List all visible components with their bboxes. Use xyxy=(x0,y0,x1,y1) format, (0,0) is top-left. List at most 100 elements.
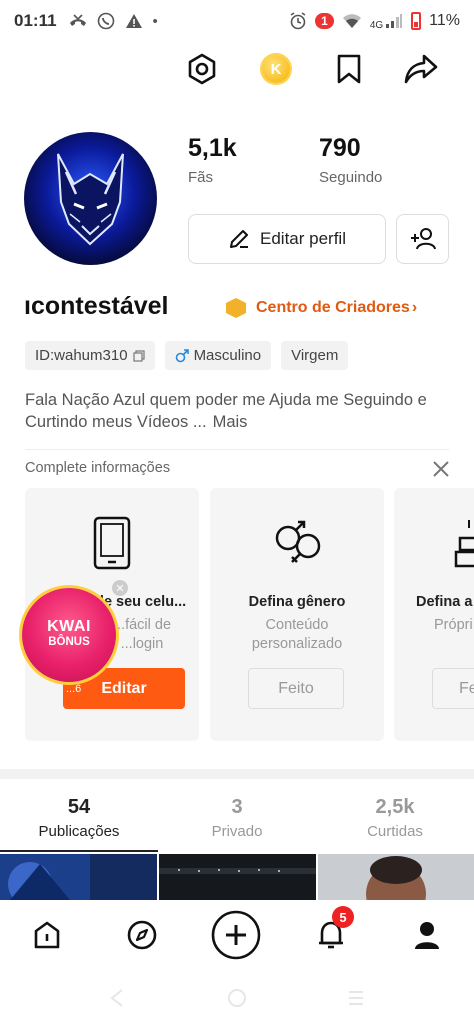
kwai-coin-icon: K xyxy=(262,55,290,83)
dot-icon: • xyxy=(152,12,158,30)
nav-notifications[interactable]: 5 xyxy=(306,906,356,960)
username: ıcontestável xyxy=(24,292,169,320)
fans-stat[interactable]: 5,1k Fãs xyxy=(188,134,237,186)
bio-more-link[interactable]: Mais xyxy=(213,413,248,431)
section-separator xyxy=(0,769,474,779)
status-time: 01:11 xyxy=(14,11,57,30)
video-thumbnail[interactable] xyxy=(0,854,157,900)
phone-icon xyxy=(93,516,131,570)
video-thumbnail-image xyxy=(0,854,157,900)
user-id-tag[interactable]: ID:wahum310 xyxy=(25,341,155,370)
home-circle-icon[interactable] xyxy=(227,988,247,1008)
profile-icon xyxy=(415,922,439,949)
gender-value: Masculino xyxy=(193,347,262,364)
wifi-icon xyxy=(342,14,361,28)
wolf-avatar-image xyxy=(57,153,124,246)
copy-icon xyxy=(132,349,145,362)
back-icon[interactable] xyxy=(108,988,126,1008)
card-description: Conteúdo personalizado xyxy=(210,616,384,654)
divider xyxy=(25,449,449,450)
kwai-coin-button[interactable]: K xyxy=(259,52,293,86)
card-done-button[interactable]: Feito xyxy=(248,668,344,709)
active-tab-indicator xyxy=(0,850,158,852)
settings-button[interactable] xyxy=(185,52,219,86)
nav-discover[interactable] xyxy=(117,910,167,960)
complete-info-title: Complete informações xyxy=(25,460,171,476)
tab-count: 54 xyxy=(67,796,91,818)
tab-count: 2,5k xyxy=(375,796,415,818)
set-gender-card[interactable]: Defina gênero Conteúdo personalizado Fei… xyxy=(210,488,384,741)
network-type: 4G xyxy=(369,19,384,31)
tab-count: 3 xyxy=(231,796,243,818)
profile-bio[interactable]: Fala Nação Azul quem poder me Ajuda me S… xyxy=(25,389,455,433)
battery-icon xyxy=(411,12,422,30)
creators-center-link[interactable]: Centro de Criadores › xyxy=(226,298,417,318)
status-bar: 01:11 • 1 4G 11% xyxy=(0,0,474,42)
gender-symbols-icon xyxy=(275,520,321,563)
edit-profile-label: Editar perfil xyxy=(260,229,346,248)
add-friend-button[interactable] xyxy=(396,214,449,264)
card-button-label: Fe xyxy=(459,679,474,697)
edit-profile-button[interactable]: Editar perfil xyxy=(188,214,386,264)
cake-icon xyxy=(454,520,474,568)
video-thumbnail[interactable] xyxy=(318,854,474,900)
pencil-icon xyxy=(230,230,248,248)
share-icon xyxy=(404,54,438,84)
set-birthday-card[interactable]: Defina a Própri Fe xyxy=(394,488,474,741)
tab-label: Publicações xyxy=(38,823,120,840)
tab-label: Privado xyxy=(211,823,263,840)
zodiac-tag[interactable]: Virgem xyxy=(281,341,349,370)
system-navigation-bar xyxy=(0,978,474,1018)
kwai-bonus-widget[interactable]: KWAI BÔNUS xyxy=(22,588,116,682)
nav-home[interactable] xyxy=(22,910,72,960)
bookmark-icon xyxy=(337,54,361,84)
tab-publications[interactable]: 54 Publicações xyxy=(0,796,158,840)
profile-tags: ID:wahum310 Masculino Virgem xyxy=(25,341,349,370)
following-label: Seguindo xyxy=(319,169,383,186)
card-done-button[interactable]: Fe xyxy=(432,668,474,709)
warning-icon xyxy=(125,14,142,28)
creators-center-label: Centro de Criadores xyxy=(256,299,410,316)
card-desc-line: Própri xyxy=(434,617,473,633)
video-thumbnail[interactable] xyxy=(159,854,316,900)
notification-count-badge: 1 xyxy=(315,13,334,29)
profile-toolbar: K xyxy=(0,52,474,92)
nav-profile[interactable] xyxy=(402,910,452,960)
fans-label: Fãs xyxy=(188,169,214,186)
following-count: 790 xyxy=(319,134,361,162)
tab-label: Curtidas xyxy=(367,823,423,840)
recents-icon[interactable] xyxy=(346,988,366,1008)
following-stat[interactable]: 790 Seguindo xyxy=(319,134,382,186)
missed-call-icon xyxy=(69,14,86,26)
card-button-label: Feito xyxy=(278,679,314,697)
male-icon xyxy=(175,348,189,362)
tab-private[interactable]: 3 Privado xyxy=(158,796,316,840)
close-icon[interactable] xyxy=(430,458,452,480)
card-progress: ...6 xyxy=(66,682,82,695)
whatsapp-icon xyxy=(97,12,114,30)
alarm-icon xyxy=(290,12,306,30)
creator-badge-icon xyxy=(226,298,246,318)
bookmark-button[interactable] xyxy=(332,52,366,86)
nav-create[interactable] xyxy=(211,910,261,960)
card-desc-line: Conteúdo xyxy=(265,617,329,633)
gender-tag[interactable]: Masculino xyxy=(164,341,272,370)
add-user-icon xyxy=(410,228,436,250)
compass-icon xyxy=(127,920,157,950)
video-thumbnail-image xyxy=(159,854,316,900)
card-desc-line: personalizado xyxy=(251,636,343,652)
tab-likes[interactable]: 2,5k Curtidas xyxy=(316,796,474,840)
avatar[interactable] xyxy=(24,132,157,265)
share-button[interactable] xyxy=(404,52,438,86)
zodiac-value: Virgem xyxy=(291,347,339,364)
video-thumbnail-image xyxy=(318,854,474,900)
chevron-right-icon: › xyxy=(411,299,418,316)
kwai-bonus-close-icon[interactable]: ✕ xyxy=(112,580,128,596)
notifications-badge: 5 xyxy=(332,906,354,928)
kwai-bonus-line1: KWAI xyxy=(47,618,91,635)
card-title: Defina gênero xyxy=(248,594,346,610)
card-description: Própri xyxy=(394,616,474,635)
home-icon xyxy=(34,921,60,949)
bottom-navigation: 5 xyxy=(0,900,474,966)
signal-icon xyxy=(386,14,403,28)
